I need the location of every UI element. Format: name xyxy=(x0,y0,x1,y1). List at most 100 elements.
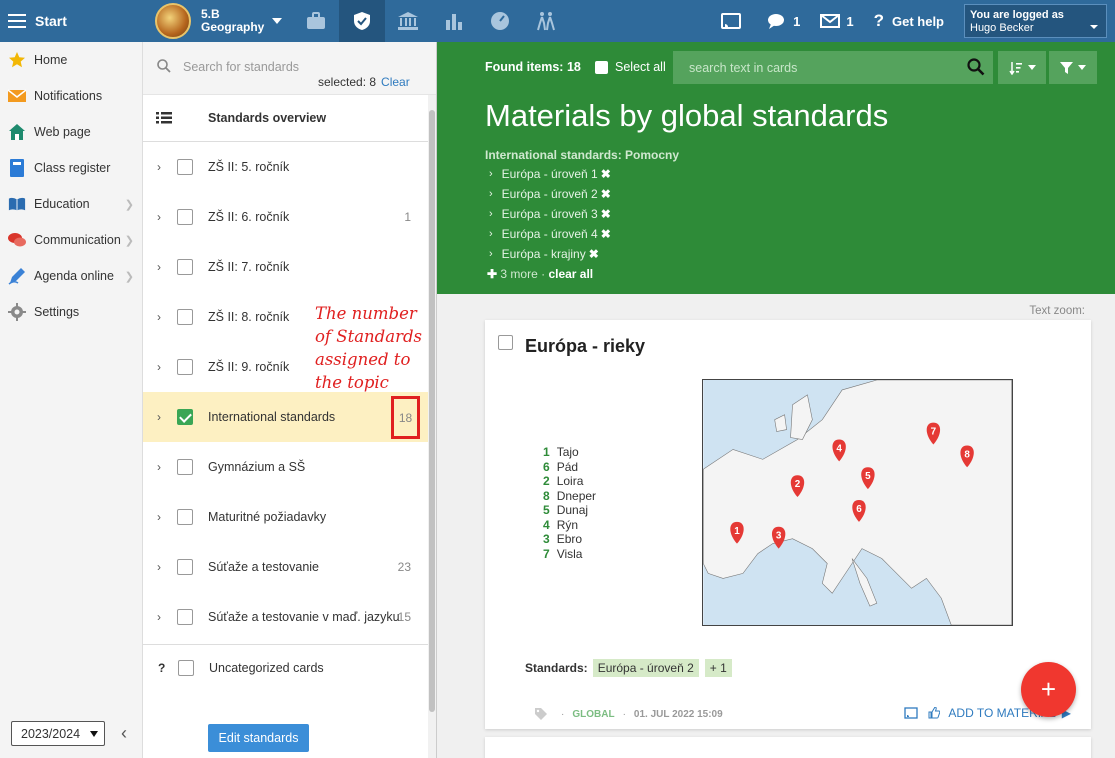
chevron-right-icon[interactable]: › xyxy=(157,510,167,524)
chat-icon xyxy=(8,231,26,249)
standard-checkbox[interactable] xyxy=(177,359,193,375)
sidebar-item-communication[interactable]: Communication ❯ xyxy=(0,222,142,258)
active-filter[interactable]: › Európa - krajiny ✖ xyxy=(489,244,611,264)
chevron-right-icon[interactable]: › xyxy=(157,210,167,224)
sidebar-item-settings[interactable]: Settings xyxy=(0,294,142,330)
standard-row[interactable]: › ZŠ II: 6. ročník 1 xyxy=(143,192,436,242)
search-icon[interactable] xyxy=(967,58,985,76)
sidebar-item-education[interactable]: Education ❯ xyxy=(0,186,142,222)
standard-checkbox[interactable] xyxy=(177,159,193,175)
chevron-right-icon[interactable]: › xyxy=(157,610,167,624)
remove-filter-icon[interactable]: ✖ xyxy=(601,187,611,201)
remove-filter-icon[interactable]: ✖ xyxy=(601,227,611,241)
cast-icon[interactable] xyxy=(904,707,919,719)
standard-row[interactable]: › Súťaže a testovanie 23 xyxy=(143,542,436,592)
chevron-right-icon[interactable]: › xyxy=(157,160,167,174)
clear-selection-link[interactable]: Clear xyxy=(381,75,410,89)
card-checkbox[interactable] xyxy=(498,335,513,350)
dashboard-tab[interactable] xyxy=(477,0,523,42)
uncategorized-row[interactable]: ? Uncategorized cards xyxy=(143,644,436,690)
sidebar-item-home[interactable]: Home xyxy=(0,42,142,78)
standard-row-international[interactable]: › International standards 18 xyxy=(143,392,436,442)
collapse-sidebar-icon[interactable]: ‹ xyxy=(121,723,127,744)
sort-button[interactable] xyxy=(998,51,1046,84)
sidebar-item-notifications[interactable]: Notifications xyxy=(0,78,142,114)
active-filter[interactable]: › Európa - úroveň 2 ✖ xyxy=(489,184,611,204)
standard-checkbox[interactable] xyxy=(177,209,193,225)
thumbs-up-icon[interactable] xyxy=(928,707,941,719)
select-all-label: Select all xyxy=(615,60,666,74)
standards-search-input[interactable]: Search for standards xyxy=(183,60,299,74)
standards-overview-row[interactable]: Standards overview xyxy=(143,95,436,142)
add-floating-button[interactable]: + xyxy=(1021,662,1076,717)
school-year-select[interactable]: 2023/2024 xyxy=(11,721,105,746)
chevron-right-icon[interactable]: › xyxy=(157,410,167,424)
shield-tab[interactable] xyxy=(339,0,385,42)
standard-checkbox[interactable] xyxy=(177,259,193,275)
standard-row[interactable]: › Gymnázium a SŠ xyxy=(143,442,436,492)
edit-standards-button[interactable]: Edit standards xyxy=(208,724,309,752)
standard-row[interactable]: › Maturitné požiadavky xyxy=(143,492,436,542)
chevron-right-icon[interactable]: › xyxy=(157,560,167,574)
standard-checkbox[interactable] xyxy=(177,609,193,625)
statistics-tab[interactable] xyxy=(431,0,477,42)
sidebar-item-web-page[interactable]: Web page xyxy=(0,114,142,150)
standard-checkbox[interactable] xyxy=(177,509,193,525)
start-menu-button[interactable]: Start xyxy=(0,0,143,42)
institution-tab[interactable] xyxy=(385,0,431,42)
card-search-input[interactable]: search text in cards xyxy=(673,51,993,84)
uncategorized-checkbox[interactable] xyxy=(178,659,194,676)
clear-all-link[interactable]: clear all xyxy=(548,267,593,281)
standard-label: International standards xyxy=(208,410,336,424)
active-filter[interactable]: › Európa - úroveň 3 ✖ xyxy=(489,204,611,224)
card-title[interactable]: Európa - rieky xyxy=(525,336,645,357)
remove-filter-icon[interactable]: ✖ xyxy=(601,167,611,181)
help-button[interactable]: ? Get help xyxy=(874,11,944,31)
standards-panel: Search for standards selected: 8 Clear St… xyxy=(143,42,437,758)
sidebar-item-label: Class register xyxy=(34,161,111,175)
dropdown-arrow-icon xyxy=(90,731,98,737)
tag-icon[interactable] xyxy=(535,708,547,720)
select-all-box[interactable] xyxy=(595,60,608,74)
remove-filter-icon[interactable]: ✖ xyxy=(601,207,611,221)
standard-row[interactable]: › ZŠ II: 5. ročník xyxy=(143,142,436,192)
svg-text:1: 1 xyxy=(734,526,740,537)
question-mark: ? xyxy=(158,660,166,675)
chevron-right-icon[interactable]: › xyxy=(157,260,167,274)
briefcase-tab[interactable] xyxy=(293,0,339,42)
standard-row[interactable]: › Súťaže a testovanie v maď. jazyku 15 xyxy=(143,592,436,642)
more-filters-link[interactable]: 3 more xyxy=(500,267,537,281)
highlighted-count-box: 18 xyxy=(391,396,420,439)
more-standards-tag[interactable]: + 1 xyxy=(704,659,732,677)
sidebar-item-label: Agenda online xyxy=(34,269,114,283)
remove-filter-icon[interactable]: ✖ xyxy=(589,247,599,261)
active-filter[interactable]: › Európa - úroveň 1 ✖ xyxy=(489,164,611,184)
standard-checkbox[interactable] xyxy=(177,559,193,575)
user-menu[interactable]: You are logged as Hugo Becker xyxy=(964,4,1107,38)
sidebar-item-class-register[interactable]: Class register xyxy=(0,150,142,186)
active-filter[interactable]: › Európa - úroveň 4 ✖ xyxy=(489,224,611,244)
messages-button[interactable]: 1 xyxy=(767,13,800,30)
class-selector[interactable]: 5.B Geography xyxy=(143,0,293,42)
sidebar-item-agenda-online[interactable]: Agenda online ❯ xyxy=(0,258,142,294)
cast-button[interactable] xyxy=(721,13,747,29)
europe-rivers-map[interactable]: 1 2 3 4 5 6 7 8 xyxy=(702,379,1013,626)
chevron-right-icon[interactable]: › xyxy=(157,460,167,474)
sidebar-item-label: Settings xyxy=(34,305,80,319)
mail-button[interactable]: 1 xyxy=(820,14,854,29)
svg-text:7: 7 xyxy=(931,427,937,438)
scrollbar-thumb[interactable] xyxy=(429,110,435,712)
standard-checkbox[interactable] xyxy=(177,309,193,325)
selected-counter: selected: 8 Clear xyxy=(318,75,410,89)
standard-row[interactable]: › ZŠ II: 7. ročník xyxy=(143,242,436,292)
chevron-right-icon[interactable]: › xyxy=(157,310,167,324)
activities-tab[interactable] xyxy=(523,0,569,42)
standard-checkbox[interactable] xyxy=(177,459,193,475)
chevron-right-icon[interactable]: › xyxy=(157,360,167,374)
standard-checkbox-checked[interactable] xyxy=(177,409,193,425)
filter-button[interactable] xyxy=(1049,51,1097,84)
question-icon: ? xyxy=(873,11,884,30)
standard-label: ZŠ II: 7. ročník xyxy=(208,260,290,274)
standard-tag[interactable]: Európa - úroveň 2 xyxy=(592,659,699,677)
select-all-checkbox[interactable]: Select all xyxy=(595,60,666,74)
